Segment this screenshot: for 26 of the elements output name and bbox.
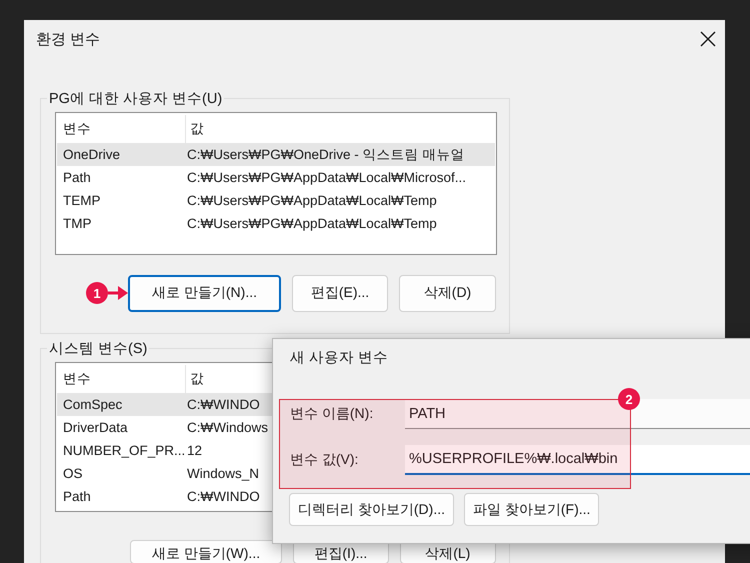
variable-value: C:₩WINDO xyxy=(186,489,260,504)
variable-name: Path xyxy=(62,489,92,504)
group-label: 시스템 변수(S) xyxy=(47,341,150,358)
variable-name: Path xyxy=(62,170,92,185)
field-label: 변수 이름(N): xyxy=(289,405,374,423)
window-title: 환경 변수 xyxy=(36,30,100,48)
variable-value: Windows_N xyxy=(186,466,260,481)
variable-name: NUMBER_OF_PR... xyxy=(62,443,185,458)
variable-name: ComSpec xyxy=(62,397,124,412)
variable-value: C:₩Windows xyxy=(186,420,268,435)
variable-value: C:₩Users₩PG₩AppData₩Local₩Temp xyxy=(186,216,437,231)
group-label: PG에 대한 사용자 변수(U) xyxy=(47,91,224,108)
step-badge: 2 xyxy=(618,388,640,410)
variable-value: C:₩Users₩PG₩OneDrive - 익스트림 매뉴얼 xyxy=(186,146,464,164)
variable-value: C:₩WINDO xyxy=(186,397,260,412)
variable-name: TEMP xyxy=(62,193,102,208)
variable-name: OneDrive xyxy=(62,147,122,162)
variable-value: 12 xyxy=(186,443,202,458)
variable-value: C:₩Users₩PG₩AppData₩Local₩Temp xyxy=(186,193,437,208)
variable-name: OS xyxy=(62,466,84,481)
dialog-title: 새 사용자 변수 xyxy=(289,348,390,368)
field-label: 변수 값(V): xyxy=(289,451,360,469)
variable-name: TMP xyxy=(62,216,92,231)
step-badge: 1 xyxy=(86,282,108,304)
variable-value: C:₩Users₩PG₩AppData₩Local₩Microsof... xyxy=(186,170,466,185)
variable-name: DriverData xyxy=(62,420,129,435)
